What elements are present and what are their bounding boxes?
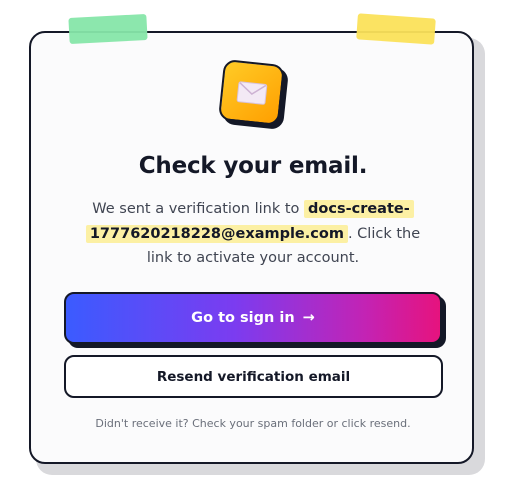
tape-decoration-right [356,13,436,45]
tape-decoration-left [68,13,148,45]
help-footnote: Didn't receive it? Check your spam folde… [95,417,411,430]
resend-verification-button[interactable]: Resend verification email [64,355,443,398]
page-title: Check your email. [138,153,368,179]
go-to-sign-in-label: Go to sign in [191,310,295,326]
envelope-icon-tile [217,58,286,127]
envelope-icon [236,80,267,105]
arrow-right-icon: → [302,310,315,326]
verification-message: We sent a verification link to docs-crea… [76,197,430,271]
go-to-sign-in-button[interactable]: Go to sign in → [64,292,442,344]
message-intro: We sent a verification link to [92,201,300,217]
verify-email-page: Check your email. We sent a verification… [0,0,506,497]
